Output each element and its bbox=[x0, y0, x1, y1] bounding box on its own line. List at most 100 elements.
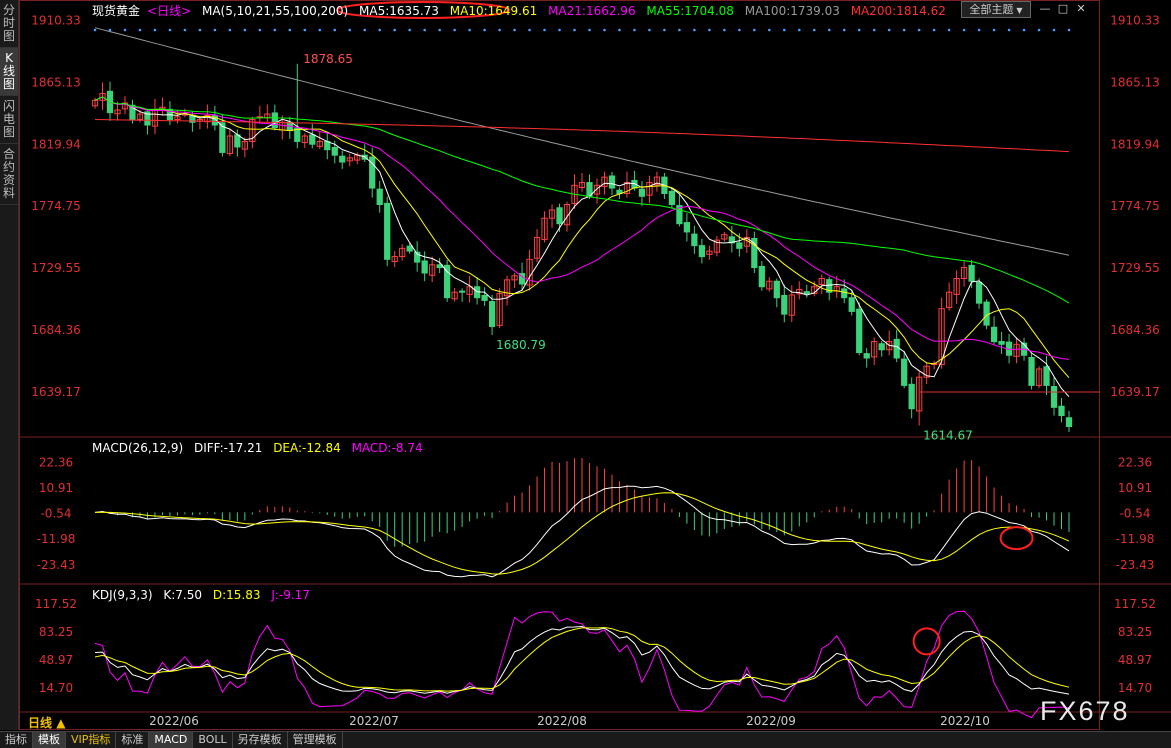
candle-body bbox=[683, 222, 691, 233]
price-tick-right: 1819.94 bbox=[1110, 137, 1160, 151]
macd-tick-left: -0.54 bbox=[40, 507, 71, 521]
candle-body bbox=[444, 264, 451, 299]
macd-diff-line bbox=[94, 485, 1070, 578]
candle-body bbox=[803, 291, 810, 295]
event-dot bbox=[977, 28, 981, 32]
event-dot bbox=[992, 28, 996, 32]
candle-body bbox=[848, 297, 855, 312]
watermark-logo: FX678 bbox=[1040, 696, 1130, 726]
kdj-tick-left: 117.52 bbox=[35, 597, 77, 611]
event-dot bbox=[588, 28, 591, 32]
candle-body bbox=[1028, 356, 1035, 386]
event-dot bbox=[902, 28, 906, 32]
price-tick-right: 1639.17 bbox=[1110, 385, 1160, 399]
event-dot bbox=[438, 28, 441, 32]
candle-body bbox=[908, 383, 915, 410]
bottom-tab-1[interactable]: 模板 bbox=[33, 732, 66, 748]
event-dot bbox=[543, 28, 546, 32]
x-tick-label: 2022/09 bbox=[746, 714, 796, 728]
annotation-low-1: 1680.79 bbox=[496, 338, 546, 352]
candle-body bbox=[878, 343, 885, 351]
candle-body bbox=[736, 242, 743, 249]
event-dot bbox=[228, 28, 232, 32]
event-dot bbox=[782, 28, 786, 32]
candle-body bbox=[234, 134, 241, 148]
candle-body bbox=[901, 358, 908, 386]
event-dot bbox=[183, 28, 187, 32]
side-tab-2[interactable]: 闪电图 bbox=[0, 96, 18, 144]
event-dot bbox=[333, 28, 337, 32]
candle-body bbox=[638, 188, 646, 197]
event-dot bbox=[947, 28, 951, 32]
close-icon[interactable]: ✕ bbox=[1073, 1, 1089, 16]
bottom-tab-6[interactable]: 另存模板 bbox=[233, 732, 288, 748]
period-selector[interactable]: 日线 ▲ bbox=[28, 714, 65, 731]
theme-dropdown-button[interactable]: 全部主题 ▼ bbox=[961, 1, 1031, 18]
kdj-tick-left: 83.25 bbox=[39, 625, 73, 639]
x-tick-label: 2022/08 bbox=[537, 714, 587, 728]
event-dot bbox=[258, 28, 262, 32]
bottom-tab-2[interactable]: VIP指标 bbox=[66, 732, 117, 748]
candle-body bbox=[668, 190, 676, 205]
side-tab-1[interactable]: K线图 bbox=[0, 48, 18, 96]
ma5-line bbox=[94, 96, 1070, 398]
bottom-tab-0[interactable]: 指标 bbox=[0, 732, 33, 748]
event-dot bbox=[288, 28, 292, 32]
candle-body bbox=[983, 301, 990, 326]
side-tab-3[interactable]: 合约资料 bbox=[0, 144, 18, 205]
event-dot bbox=[138, 28, 142, 32]
x-tick-label: 2022/07 bbox=[349, 714, 399, 728]
bottom-tab-5[interactable]: BOLL bbox=[193, 732, 233, 748]
side-tab-char: 料 bbox=[2, 186, 15, 200]
candle-body bbox=[773, 280, 780, 299]
bottom-tab-7[interactable]: 管理模板 bbox=[288, 732, 343, 748]
period-tag: <日线> bbox=[147, 4, 192, 18]
event-dot bbox=[693, 28, 696, 32]
price-tick-right: 1729.55 bbox=[1110, 261, 1160, 275]
candle-body bbox=[698, 245, 705, 258]
candle-body bbox=[841, 288, 848, 299]
candle-body bbox=[271, 112, 278, 129]
price-tick-right: 1774.75 bbox=[1110, 199, 1160, 213]
bottom-tab-4[interactable]: MACD bbox=[149, 732, 194, 748]
price-tick-right: 1865.13 bbox=[1110, 75, 1160, 89]
annotation-high: 1878.65 bbox=[303, 52, 353, 66]
chart-canvas[interactable]: 1910.33 1910.33 1865.13 1865.13 1819.94 1819.… bbox=[19, 0, 1171, 730]
macd-tick-right: -11.98 bbox=[1116, 532, 1155, 546]
candle-body bbox=[990, 326, 998, 343]
candle-body bbox=[1058, 405, 1065, 417]
event-dot bbox=[573, 28, 576, 32]
macd-tick-left: 22.36 bbox=[39, 455, 73, 469]
minimize-icon[interactable]: — bbox=[1037, 1, 1053, 16]
kdj-tick-left: 48.97 bbox=[39, 653, 73, 667]
macd-params: MACD(26,12,9) bbox=[92, 441, 184, 455]
price-tick-left: 1819.94 bbox=[31, 137, 81, 151]
event-dot bbox=[498, 28, 501, 32]
side-tab-0[interactable]: 分时图 bbox=[0, 0, 18, 48]
macd-tick-left: -11.98 bbox=[37, 532, 76, 546]
macd-tick-left: -23.43 bbox=[37, 558, 76, 572]
macd-highlight-circle bbox=[999, 526, 1034, 551]
bottom-tab-3[interactable]: 标准 bbox=[116, 732, 150, 748]
candle-body bbox=[339, 155, 346, 163]
kdj-legend: KDJ(9,3,3) K:7.50 D:15.83 J:-9.17 bbox=[92, 588, 317, 602]
event-dot bbox=[1037, 28, 1041, 32]
event-dot bbox=[768, 28, 771, 32]
side-tab-char: 图 bbox=[2, 29, 15, 43]
event-dot bbox=[753, 28, 756, 32]
maximize-icon[interactable]: □ bbox=[1055, 1, 1071, 16]
event-dot bbox=[633, 28, 636, 32]
price-tick-left: 1910.33 bbox=[31, 13, 81, 27]
kdj-tick-right: 117.52 bbox=[1114, 597, 1156, 611]
period-label: 日线 bbox=[28, 716, 53, 730]
candle-body bbox=[1050, 385, 1058, 408]
event-dot bbox=[887, 28, 891, 32]
event-dot bbox=[243, 28, 247, 32]
candle-body bbox=[758, 265, 765, 288]
ma200-value: MA200:1814.62 bbox=[850, 4, 946, 18]
event-dot bbox=[812, 28, 816, 32]
price-tick-left: 1774.75 bbox=[31, 199, 81, 213]
event-dot bbox=[483, 28, 486, 32]
event-dot bbox=[857, 28, 861, 32]
candle-body bbox=[691, 233, 698, 247]
